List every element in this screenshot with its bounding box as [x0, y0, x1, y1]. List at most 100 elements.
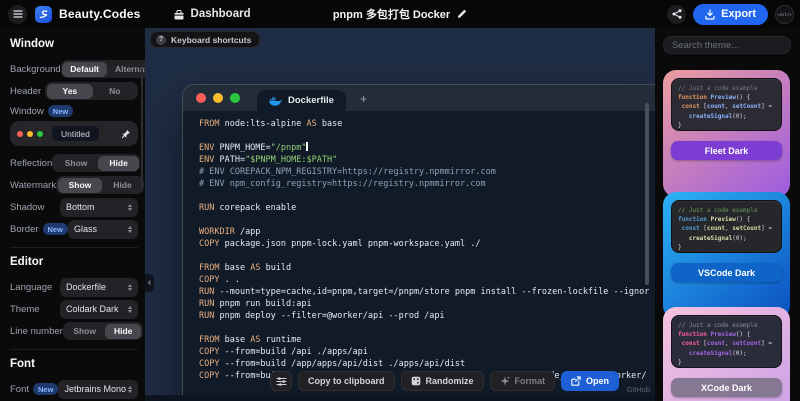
- font-label: Font: [10, 384, 29, 395]
- window-label-wrap: Window New: [10, 105, 73, 117]
- section-title-font: Font: [10, 358, 138, 370]
- question-icon: ?: [156, 35, 166, 45]
- border-select[interactable]: Glass: [68, 220, 138, 239]
- theme-card-fleet-dark[interactable]: // Just a code examplefunction Preview()…: [663, 70, 790, 197]
- editor-window[interactable]: Dockerfile + FROM node:lts-alpine AS bas…: [182, 84, 655, 401]
- settings-sidebar: Window Background Default Alternative He…: [0, 28, 145, 401]
- open-label: Open: [586, 376, 609, 386]
- minimize-traffic-light[interactable]: [213, 93, 223, 103]
- open-button[interactable]: Open: [561, 371, 619, 391]
- window-style-preview[interactable]: Untitled: [10, 121, 138, 146]
- setting-row-border: Border New Glass: [10, 219, 138, 239]
- reflection-option-show[interactable]: Show: [54, 156, 99, 171]
- section-title-editor: Editor: [10, 256, 138, 268]
- chevron-updown-icon: [128, 204, 132, 211]
- theme-apply-button[interactable]: Fleet Dark: [671, 141, 782, 160]
- setting-row-watermark: Watermark Show Hide: [10, 175, 138, 195]
- watermark-option-hide[interactable]: Hide: [102, 178, 142, 193]
- theme-card-vscode-dark[interactable]: // Just a code examplefunction Preview()…: [663, 192, 790, 319]
- sparkles-icon: [500, 376, 510, 386]
- setting-row-reflection: Reflection Show Hide: [10, 153, 138, 173]
- search-theme-input[interactable]: [663, 36, 791, 54]
- document-title: pnpm 多包打包 Docker: [333, 6, 450, 22]
- shadow-select[interactable]: Bottom: [60, 198, 138, 217]
- document-title-wrap: pnpm 多包打包 Docker: [333, 6, 467, 22]
- floating-toolbar: Copy to clipboard Randomize Format Open: [270, 371, 619, 391]
- copy-to-clipboard-button[interactable]: Copy to clipboard: [298, 371, 395, 391]
- sidebar-collapse-handle[interactable]: ‹: [145, 274, 154, 292]
- header-option-yes[interactable]: Yes: [47, 84, 94, 99]
- chevron-updown-icon: [128, 306, 132, 313]
- window-preview-title: Untitled: [52, 126, 99, 141]
- copy-label: Copy to clipboard: [308, 376, 385, 386]
- background-segmented: Default Alternative: [61, 60, 145, 78]
- external-link-icon: [571, 376, 581, 386]
- watermark-option-show[interactable]: Show: [58, 178, 103, 193]
- add-tab-button[interactable]: +: [360, 92, 367, 106]
- maximize-traffic-light[interactable]: [230, 93, 240, 103]
- background-option-default[interactable]: Default: [62, 62, 107, 77]
- close-traffic-light[interactable]: [196, 93, 206, 103]
- nav-dashboard[interactable]: Dashboard: [173, 8, 251, 20]
- setting-row-line-number: Line number Show Hide: [10, 321, 138, 341]
- line-number-option-show[interactable]: Show: [64, 324, 105, 339]
- chevron-updown-icon: [128, 386, 132, 393]
- export-label: Export: [721, 8, 756, 20]
- share-icon: [672, 9, 682, 19]
- dice-icon: [411, 376, 421, 386]
- setting-row-background: Background Default Alternative: [10, 59, 138, 79]
- keyboard-shortcuts-label: Keyboard shortcuts: [171, 35, 251, 45]
- theme-value: Coldark Dark: [66, 304, 119, 314]
- divider: [10, 247, 138, 248]
- edit-title-icon[interactable]: [457, 9, 467, 19]
- brand-logo-icon[interactable]: [35, 6, 52, 23]
- setting-row-font: Font New Jetbrains Mono: [10, 379, 138, 399]
- pin-icon[interactable]: [121, 129, 131, 139]
- menu-button[interactable]: [8, 5, 27, 24]
- border-label: Border: [10, 224, 39, 235]
- theme-apply-button[interactable]: VSCode Dark: [671, 263, 782, 282]
- vertical-scrollbar[interactable]: [645, 103, 649, 285]
- theme-card-xcode-dark[interactable]: // Just a code examplefunction Preview()…: [663, 307, 790, 401]
- font-select[interactable]: Jetbrains Mono: [58, 380, 138, 399]
- language-select[interactable]: Dockerfile: [60, 278, 138, 297]
- user-avatar[interactable]: <nst/>: [775, 5, 794, 24]
- theme-preview-code: // Just a code examplefunction Preview()…: [671, 315, 782, 368]
- tab-dockerfile[interactable]: Dockerfile: [257, 90, 346, 111]
- setting-row-theme: Theme Coldark Dark: [10, 299, 138, 319]
- brand-name: Beauty.Codes: [59, 7, 141, 21]
- share-button[interactable]: [667, 5, 686, 24]
- format-button[interactable]: Format: [490, 371, 556, 391]
- header-segmented: Yes No: [45, 82, 138, 100]
- keyboard-shortcuts-button[interactable]: ? Keyboard shortcuts: [150, 31, 260, 48]
- border-value: Glass: [74, 224, 97, 234]
- background-label: Background: [10, 64, 61, 75]
- setting-row-language: Language Dockerfile: [10, 277, 138, 297]
- theme-apply-button[interactable]: XCode Dark: [671, 378, 782, 397]
- shadow-label: Shadow: [10, 202, 44, 213]
- randomize-button[interactable]: Randomize: [401, 371, 484, 391]
- tab-label: Dockerfile: [288, 95, 334, 106]
- section-title-window: Window: [10, 38, 138, 50]
- setting-row-header: Header Yes No: [10, 81, 138, 101]
- settings-sliders-button[interactable]: [270, 371, 292, 391]
- background-option-alternative[interactable]: Alternative: [107, 62, 145, 77]
- line-number-segmented: Show Hide: [63, 322, 143, 340]
- top-bar: Beauty.Codes Dashboard pnpm 多包打包 Docker …: [0, 0, 800, 28]
- code-content: FROM node:lts-alpine AS base ENV PNPM_HO…: [183, 111, 655, 382]
- export-button[interactable]: Export: [693, 4, 768, 25]
- reflection-option-hide[interactable]: Hide: [98, 156, 138, 171]
- sidebar-scrollbar[interactable]: [141, 68, 143, 188]
- language-label: Language: [10, 282, 52, 293]
- font-new-badge: New: [33, 383, 58, 395]
- shadow-value: Bottom: [66, 202, 95, 212]
- line-number-option-hide[interactable]: Hide: [105, 324, 141, 339]
- hamburger-icon: [13, 10, 23, 18]
- theme-select[interactable]: Coldark Dark: [60, 300, 138, 319]
- reflection-label: Reflection: [10, 158, 52, 169]
- horizontal-scrollbar[interactable]: [145, 395, 655, 401]
- traffic-lights: [17, 131, 43, 137]
- header-option-no[interactable]: No: [93, 84, 136, 99]
- dashboard-label: Dashboard: [191, 8, 251, 20]
- watermark-label: Watermark: [10, 180, 56, 191]
